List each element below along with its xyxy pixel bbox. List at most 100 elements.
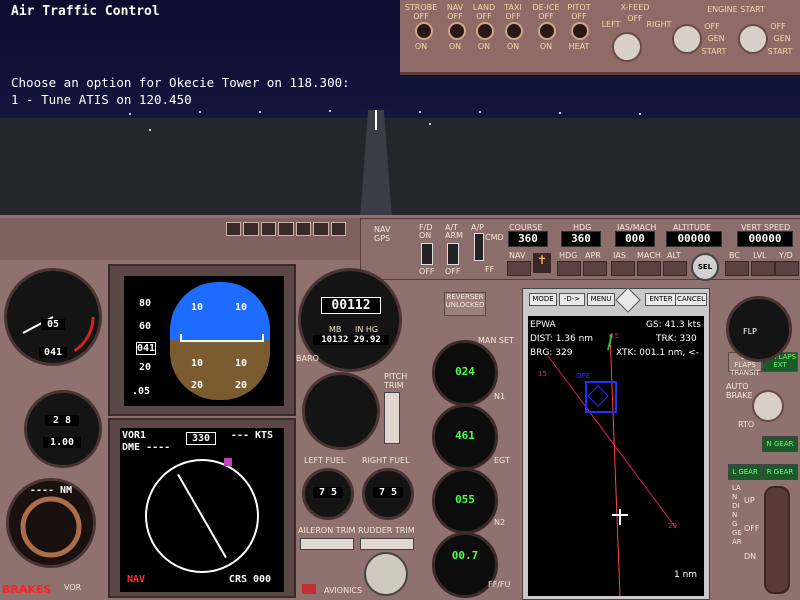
course-display[interactable]: 360 [508,231,548,247]
alt-button[interactable] [663,261,687,276]
mach-readout: 05 [41,319,65,330]
hsi-nav-label: NAV [126,574,146,585]
ias-display[interactable]: 000 [615,231,655,247]
xfeed-label: X-FEED [620,3,650,12]
bc-button[interactable] [725,261,749,276]
gps-mode-button[interactable]: MODE [529,293,557,306]
cmd-label: CMD [485,233,504,242]
at-switch[interactable] [447,243,459,265]
radio-icon[interactable] [260,222,277,236]
left-fuel-label: LEFT FUEL [304,456,346,465]
strobe-switch[interactable] [415,22,433,40]
land-light-switch[interactable] [476,22,494,40]
nav-gps-label: NAV GPS [374,225,391,243]
gps-unit: MODE -D-> MENU ENTER CANCEL EPWA GS: 41.… [522,287,710,600]
ff-label: FF [485,265,495,274]
aileron-trim-indicator[interactable] [300,538,354,550]
taxi-light-switch[interactable] [505,22,523,40]
xfeed-right: RIGHT [646,20,672,29]
ff-value: 00.7 [451,549,479,562]
r-gear-light: R GEAR [762,464,798,480]
left-fuel-gauge: 7 5 [302,468,354,520]
vor-label: VOR [64,583,82,592]
nav-light-switch[interactable] [448,22,466,40]
rudder-trim-label: RUDDER TRIM [358,526,415,535]
clock-bottom-readout: 1.00 [43,437,81,448]
vs-readout: .05 [130,386,152,397]
pitch-trim-indicator[interactable] [384,392,400,444]
ff-label: FF/FU [488,580,511,589]
yd-button[interactable] [775,261,799,276]
bc-button-label: BC [729,251,740,260]
gps-icon[interactable] [295,222,312,236]
compass-icon[interactable] [278,222,294,236]
xfeed-selector[interactable] [612,32,642,62]
gps-joystick-icon[interactable] [615,287,641,313]
airspeed-indicator: 05 041 [4,268,102,366]
hdg-display[interactable]: 360 [561,231,601,247]
engine-start-left-off: OFF [704,22,720,31]
strobe-off: OFF [413,12,429,21]
right-fuel-label: RIGHT FUEL [362,456,410,465]
mach-button[interactable] [637,261,661,276]
autobrake-knob[interactable] [752,390,784,422]
overhead-panel: STROBE NAV LAND TAXI DE-ICE PITOT OFF OF… [400,0,800,75]
ap-switch[interactable] [474,233,484,261]
taxi-off: OFF [505,12,521,21]
gps-direct-to-button[interactable]: -D-> [559,293,585,306]
altimeter-readout: 00112 [321,297,381,314]
engine-start-left-gen: GEN [707,34,725,43]
fuel-icon[interactable] [330,222,346,236]
nav-button-label: NAV [509,251,526,260]
xfeed-left: LEFT [601,20,621,29]
ias-button[interactable] [611,261,635,276]
gps-label-top: 15 [610,332,619,340]
pitch-10-right-up: 10 [234,302,248,313]
rudder-trim-knob[interactable] [364,552,408,596]
clock-top-readout: 2 8 [45,415,79,426]
atc-option-1[interactable]: 1 - Tune ATIS on 120.450 [11,92,192,107]
autobrake-label: AUTO BRAKE [726,382,753,400]
vs-display[interactable]: 00000 [737,231,793,247]
throttle-icon[interactable] [313,222,329,236]
toolbar-icons [226,222,346,236]
fd-switch[interactable] [421,243,433,265]
map-icon[interactable] [243,222,259,236]
avionics-switch[interactable] [302,584,316,594]
alt-tape-80: 80 [136,298,154,309]
deice-switch[interactable] [538,22,556,40]
gear-dn-label: DN [744,552,757,561]
speed-bug-readout: 041 [39,347,67,358]
n-gear-light: N GEAR [762,436,798,452]
gps-enter-button[interactable]: ENTER [645,293,677,306]
nav-button[interactable] [507,261,531,276]
engine-start-label: ENGINE START [707,5,765,14]
l-gear-light: L GEAR [728,464,762,480]
mach-button-label: MACH [637,251,661,260]
altitude-display[interactable]: 00000 [666,231,722,247]
reverser-annunciator: REVERSER UNLOCKED [444,292,486,316]
n2-gauge: 055 [432,468,498,534]
pitch-10-left-up: 10 [190,302,204,313]
baro-setting[interactable]: 10132 29.92 [313,335,389,345]
sel-knob[interactable]: SEL [691,253,719,281]
pitot-off: OFF [571,12,587,21]
gps-cancel-button[interactable]: CANCEL [675,293,707,306]
adf-dme-readout: ---- NM [29,485,73,496]
n2-label: N2 [494,518,506,527]
landing-gear-lever[interactable] [764,486,790,594]
apr-button[interactable] [583,261,607,276]
hdg-button[interactable] [557,261,581,276]
gps-menu-button[interactable]: MENU [587,293,615,306]
n1-value: 024 [455,365,475,378]
rudder-trim-indicator[interactable] [360,538,414,550]
window-icon[interactable] [226,222,242,236]
lvl-button[interactable] [751,261,775,276]
pitot-heat-switch[interactable] [571,22,589,40]
gps-label-29: 29 [668,522,677,530]
clock-gauge: 2 8 1.00 [24,390,102,468]
alt-tape-60: 60 [136,321,154,332]
egt-gauge: 461 [432,404,498,470]
airplane-icon: ✝ [533,253,551,273]
gps-moving-map [547,333,677,596]
